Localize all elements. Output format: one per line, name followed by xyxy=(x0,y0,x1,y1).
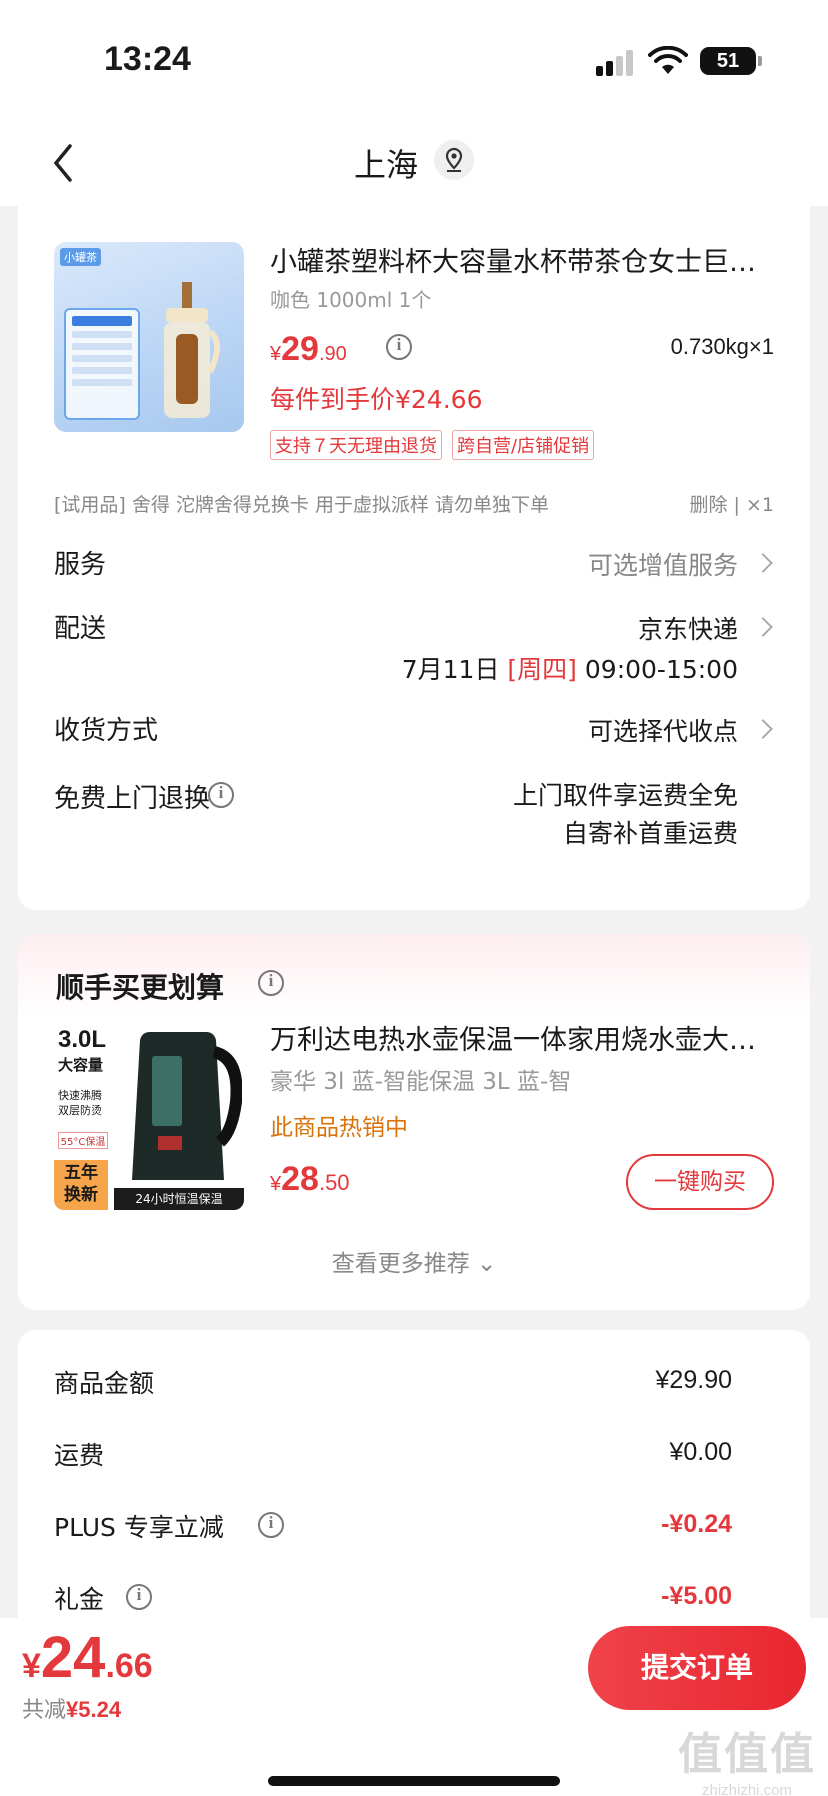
hand-price: 每件到手价¥24.66 xyxy=(270,385,483,414)
watermark: 值值值 zhizhizhi.com xyxy=(678,1729,816,1796)
battery-icon: 51 xyxy=(700,47,762,75)
product-title[interactable]: 小罐茶塑料杯大容量水杯带茶仓女士巨无霸泡茶杯 xyxy=(270,240,780,279)
amount-label-shipping: 运费 xyxy=(54,1441,105,1470)
nav-bar: 上海 xyxy=(0,120,828,206)
recommend-title: 顺手买更划算 xyxy=(56,971,225,1004)
recommend-item-title[interactable]: 万利达电热水壶保温一体家用烧水壶大容量 xyxy=(270,1018,780,1057)
free-return-line1: 上门取件享运费全免 xyxy=(512,781,738,810)
trial-delete-button[interactable]: 删除 | ×1 xyxy=(690,490,775,517)
home-indicator[interactable] xyxy=(268,1776,560,1786)
kettle-image[interactable]: 3.0L 大容量 快速沸腾 双层防烫 55°C保温 五年 换新 24小时恒温保温 xyxy=(54,1020,244,1210)
back-arrow-icon[interactable] xyxy=(46,138,86,188)
promo-panel xyxy=(64,308,140,420)
amount-label-plus: PLUS 专享立减 xyxy=(54,1513,224,1542)
product-image[interactable]: 小罐茶 xyxy=(54,242,244,432)
gift-info-icon[interactable] xyxy=(126,1584,152,1610)
status-bar: 13:24 51 xyxy=(0,0,828,120)
badge-return: 支持７天无理由退货 xyxy=(270,430,442,460)
location-pin-icon[interactable] xyxy=(434,140,474,180)
order-item-card: 小罐茶 小罐茶塑料杯大容量水杯带茶仓女士巨无霸泡茶杯 咖色 1000ml 1个 … xyxy=(18,206,810,910)
amount-value-goods: ¥29.90 xyxy=(655,1366,732,1394)
recommend-item-spec[interactable]: 豪华 3l 蓝-智能保温 3L 蓝-智 xyxy=(270,1062,571,1096)
amount-value-plus: -¥0.24 xyxy=(661,1510,732,1538)
product-weight: 0.730kg×1 xyxy=(670,334,774,359)
product-badges: 支持７天无理由退货 跨自营/店铺促销 xyxy=(270,430,595,460)
wifi-icon xyxy=(648,46,688,74)
product-image-tag: 小罐茶 xyxy=(60,248,101,266)
submit-order-button[interactable]: 提交订单 xyxy=(588,1626,806,1710)
recommend-item-price: ¥28.50 xyxy=(270,1160,350,1198)
free-return-info-icon[interactable] xyxy=(208,782,234,808)
trial-item-text: [试用品] 舍得 沱牌舍得兑换卡 用于虚拟派样 请勿单独下单 xyxy=(54,494,549,516)
amount-card: 商品金额 ¥29.90 运费 ¥0.00 PLUS 专享立减 -¥0.24 礼金… xyxy=(18,1330,810,1650)
product-price: ¥29.90 xyxy=(270,330,347,368)
amount-value-gift: -¥5.00 xyxy=(661,1582,732,1610)
receive-method-value[interactable]: 可选择代收点 xyxy=(588,712,738,748)
chevron-right-icon[interactable] xyxy=(753,553,773,573)
service-value[interactable]: 可选增值服务 xyxy=(588,546,738,582)
receive-method-label: 收货方式 xyxy=(54,716,159,746)
service-label: 服务 xyxy=(54,550,107,580)
amount-label-goods: 商品金额 xyxy=(54,1369,155,1398)
chevron-right-icon[interactable] xyxy=(753,617,773,637)
amount-value-shipping: ¥0.00 xyxy=(669,1438,732,1466)
delivery-time[interactable]: 7月11日 [周四] 09:00-15:00 xyxy=(402,650,738,686)
one-click-buy-button[interactable]: 一键购买 xyxy=(626,1154,774,1210)
free-return-label: 免费上门退换 xyxy=(54,784,211,814)
cup-illustration xyxy=(164,282,220,418)
total-saved[interactable]: 共减¥5.24 xyxy=(22,1692,121,1724)
chevron-right-icon[interactable] xyxy=(753,719,773,739)
badge-promo: 跨自营/店铺促销 xyxy=(452,430,595,460)
hot-sale-label: 此商品热销中 xyxy=(270,1115,408,1141)
cellular-signal-icon xyxy=(596,50,636,76)
delivery-label: 配送 xyxy=(54,614,107,644)
free-return-line2: 自寄补首重运费 xyxy=(562,819,738,848)
product-spec[interactable]: 咖色 1000ml 1个 xyxy=(270,284,431,313)
checkout-bar: ¥24.66 共减¥5.24 提交订单 值值值 zhizhizhi.com xyxy=(0,1618,828,1796)
price-info-icon[interactable] xyxy=(386,334,412,360)
location-title[interactable]: 上海 xyxy=(354,140,418,186)
kettle-illustration xyxy=(132,1032,242,1180)
plus-info-icon[interactable] xyxy=(258,1512,284,1538)
view-more-button[interactable]: 查看更多推荐 ⌄ xyxy=(18,1244,810,1278)
total-price: ¥24.66 xyxy=(22,1625,153,1690)
recommend-info-icon[interactable] xyxy=(258,970,284,996)
amount-label-gift: 礼金 xyxy=(54,1585,105,1614)
status-time: 13:24 xyxy=(104,40,191,78)
delivery-carrier[interactable]: 京东快递 xyxy=(638,610,738,646)
recommend-card: 顺手买更划算 3.0L 大容量 快速沸腾 双层防烫 55°C保温 五年 换新 2… xyxy=(18,934,810,1310)
